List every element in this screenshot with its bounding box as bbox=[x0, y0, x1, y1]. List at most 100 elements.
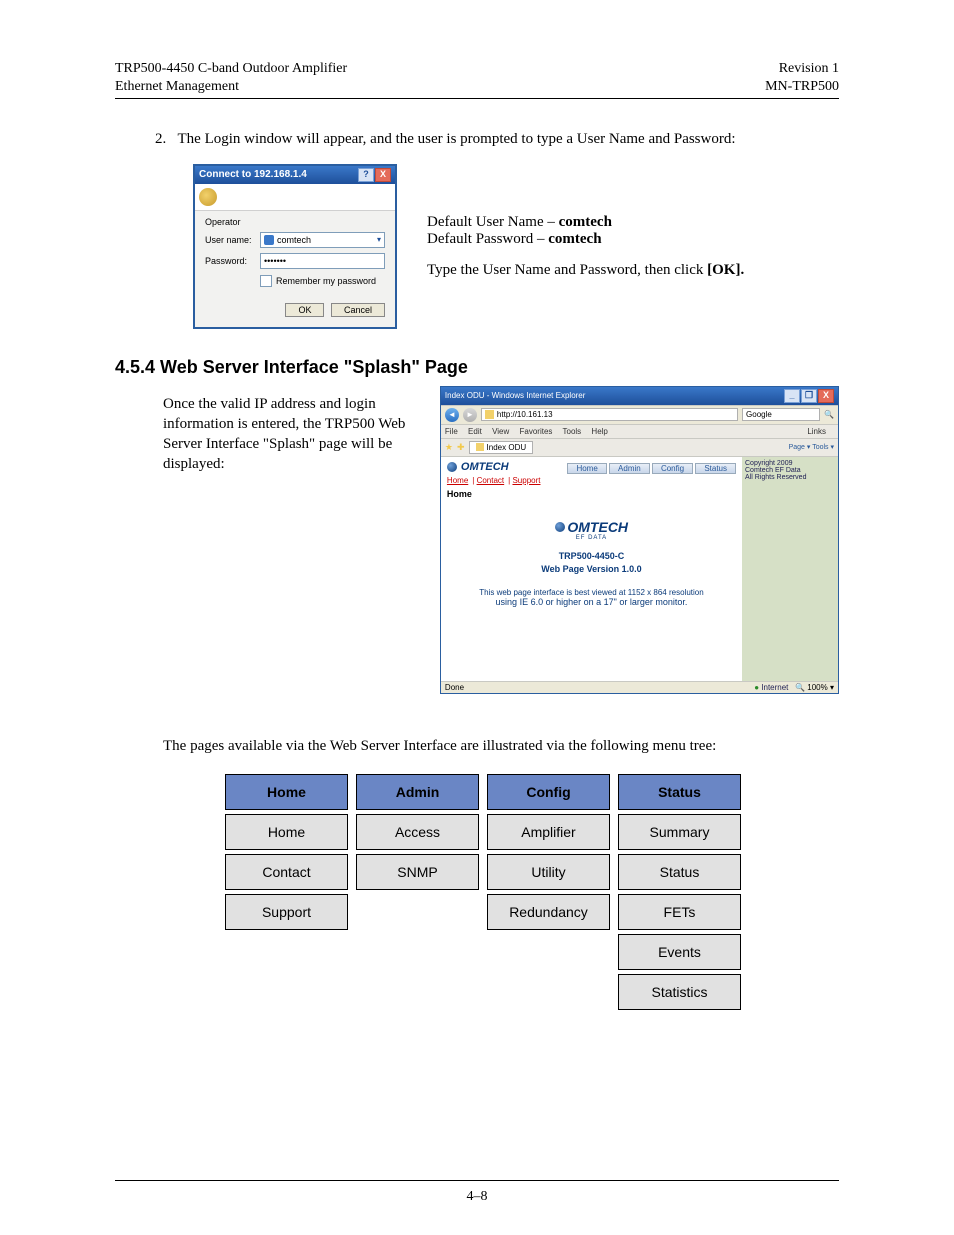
chevron-down-icon[interactable]: ▾ bbox=[377, 235, 381, 244]
browser-close-icon[interactable]: X bbox=[818, 389, 834, 403]
password-value: ••••••• bbox=[264, 256, 286, 266]
url-value: http://10.161.13 bbox=[497, 410, 553, 419]
search-icon[interactable]: 🔍 bbox=[824, 410, 834, 419]
crumb-contact[interactable]: Contact bbox=[477, 476, 505, 485]
add-favorites-icon[interactable]: ✚ bbox=[457, 442, 465, 453]
menu-favorites[interactable]: Favorites bbox=[520, 427, 553, 436]
remember-label: Remember my password bbox=[276, 276, 376, 286]
menu-tools[interactable]: Tools bbox=[563, 427, 582, 436]
footer-rule bbox=[115, 1180, 839, 1181]
favorites-icon[interactable]: ★ bbox=[445, 442, 453, 453]
tree-item: Home bbox=[225, 814, 348, 850]
header-left-2: Ethernet Management bbox=[115, 78, 347, 96]
nav-tab-home[interactable]: Home bbox=[567, 463, 606, 474]
tab-title: Index ODU bbox=[487, 443, 527, 452]
tree-item: Events bbox=[618, 934, 741, 970]
minimize-icon[interactable]: _ bbox=[784, 389, 800, 403]
tree-item: Amplifier bbox=[487, 814, 610, 850]
user-icon bbox=[264, 235, 274, 245]
address-bar[interactable]: http://10.161.13 bbox=[481, 408, 738, 421]
menu-file[interactable]: File bbox=[445, 427, 458, 436]
password-label: Password: bbox=[205, 256, 260, 266]
browser-window: Index ODU - Windows Internet Explorer _ … bbox=[440, 386, 839, 694]
browser-title-text: Index ODU - Windows Internet Explorer bbox=[445, 391, 586, 400]
tree-item: Redundancy bbox=[487, 894, 610, 930]
heading-4-5-4: 4.5.4 Web Server Interface "Splash" Page bbox=[115, 357, 839, 378]
key-icon bbox=[199, 188, 217, 206]
menu-edit[interactable]: Edit bbox=[468, 427, 482, 436]
tree-item: Contact bbox=[225, 854, 348, 890]
header-right-2: MN-TRP500 bbox=[765, 78, 839, 96]
copyright-rights: All Rights Reserved bbox=[745, 474, 835, 481]
username-label: User name: bbox=[205, 235, 260, 245]
logo-icon bbox=[447, 462, 457, 472]
remember-checkbox[interactable] bbox=[260, 275, 272, 287]
zoom-icon[interactable]: 🔍 bbox=[795, 683, 805, 692]
maximize-icon[interactable]: ❐ bbox=[801, 389, 817, 403]
default-pw-label: Default Password – bbox=[427, 231, 548, 247]
close-icon[interactable]: X bbox=[375, 168, 391, 182]
tree-header-config: Config bbox=[487, 774, 610, 810]
tree-item: SNMP bbox=[356, 854, 479, 890]
internet-icon: ● bbox=[754, 683, 759, 692]
nav-tab-admin[interactable]: Admin bbox=[609, 463, 650, 474]
default-pw-value: comtech bbox=[548, 231, 601, 247]
forward-icon[interactable]: ► bbox=[463, 408, 477, 422]
cancel-button[interactable]: Cancel bbox=[331, 303, 385, 317]
tree-item: Summary bbox=[618, 814, 741, 850]
logo-text: OMTECH bbox=[461, 461, 509, 473]
browser-titlebar: Index ODU - Windows Internet Explorer _ … bbox=[441, 387, 838, 405]
splash-note-2: using IE 6.0 or higher on a 17" or large… bbox=[447, 597, 736, 607]
crumb-support[interactable]: Support bbox=[512, 476, 540, 485]
credential-banner bbox=[195, 184, 395, 211]
tree-item: Support bbox=[225, 894, 348, 930]
browser-toolbar[interactable]: Page ▾ Tools ▾ bbox=[789, 443, 834, 451]
server-label: Operator bbox=[205, 217, 385, 227]
step-2-number: 2. bbox=[155, 131, 166, 147]
menu-tree-grid: Home Home Contact Support Admin Access S… bbox=[225, 774, 839, 1010]
nav-tab-config[interactable]: Config bbox=[652, 463, 693, 474]
tree-item: FETs bbox=[618, 894, 741, 930]
intro-4-5-4: Once the valid IP address and login info… bbox=[163, 394, 418, 694]
login-titlebar: Connect to 192.168.1.4 ? X bbox=[195, 166, 395, 184]
header-right-1: Revision 1 bbox=[765, 60, 839, 78]
login-dialog: Connect to 192.168.1.4 ? X Operator User… bbox=[193, 164, 397, 329]
search-box[interactable]: Google bbox=[742, 408, 820, 421]
username-input[interactable]: comtech ▾ bbox=[260, 232, 385, 248]
page-title: Home bbox=[447, 489, 736, 499]
menu-tree-intro: The pages available via the Web Server I… bbox=[163, 736, 839, 756]
copyright-year: Copyright 2009 bbox=[745, 460, 835, 467]
back-icon[interactable]: ◄ bbox=[445, 408, 459, 422]
crumb-home[interactable]: Home bbox=[447, 476, 468, 485]
instruction-ok: [OK]. bbox=[707, 262, 744, 278]
breadcrumb: Home| Contact| Support bbox=[447, 476, 736, 485]
search-engine-value: Google bbox=[746, 410, 772, 419]
username-value: comtech bbox=[277, 235, 311, 245]
step-2: 2. The Login window will appear, and the… bbox=[155, 129, 839, 149]
splash-logo-sub: EF DATA bbox=[447, 535, 736, 541]
tree-header-admin: Admin bbox=[356, 774, 479, 810]
splash-model: TRP500-4450-C bbox=[447, 551, 736, 561]
tree-item: Status bbox=[618, 854, 741, 890]
nav-tab-status[interactable]: Status bbox=[695, 463, 736, 474]
menu-help[interactable]: Help bbox=[591, 427, 607, 436]
default-credentials: Default User Name – comtech Default Pass… bbox=[427, 214, 744, 279]
status-done: Done bbox=[445, 683, 464, 692]
status-zone: Internet bbox=[761, 683, 788, 692]
ok-button[interactable]: OK bbox=[285, 303, 324, 317]
splash-logo-text: OMTECH bbox=[567, 519, 628, 535]
links-label: Links bbox=[807, 427, 826, 436]
page-icon bbox=[485, 410, 494, 419]
status-zoom: 100% bbox=[807, 683, 827, 692]
help-icon[interactable]: ? bbox=[358, 168, 374, 182]
password-input[interactable]: ••••••• bbox=[260, 253, 385, 269]
tree-item: Access bbox=[356, 814, 479, 850]
tree-item: Utility bbox=[487, 854, 610, 890]
splash-note-1: This web page interface is best viewed a… bbox=[447, 588, 736, 597]
login-title-text: Connect to 192.168.1.4 bbox=[199, 169, 307, 180]
browser-tab[interactable]: Index ODU bbox=[469, 441, 534, 454]
tab-icon bbox=[476, 443, 484, 451]
browser-menubar: File Edit View Favorites Tools Help Link… bbox=[441, 425, 838, 439]
menu-view[interactable]: View bbox=[492, 427, 509, 436]
default-user-value: comtech bbox=[559, 214, 612, 230]
